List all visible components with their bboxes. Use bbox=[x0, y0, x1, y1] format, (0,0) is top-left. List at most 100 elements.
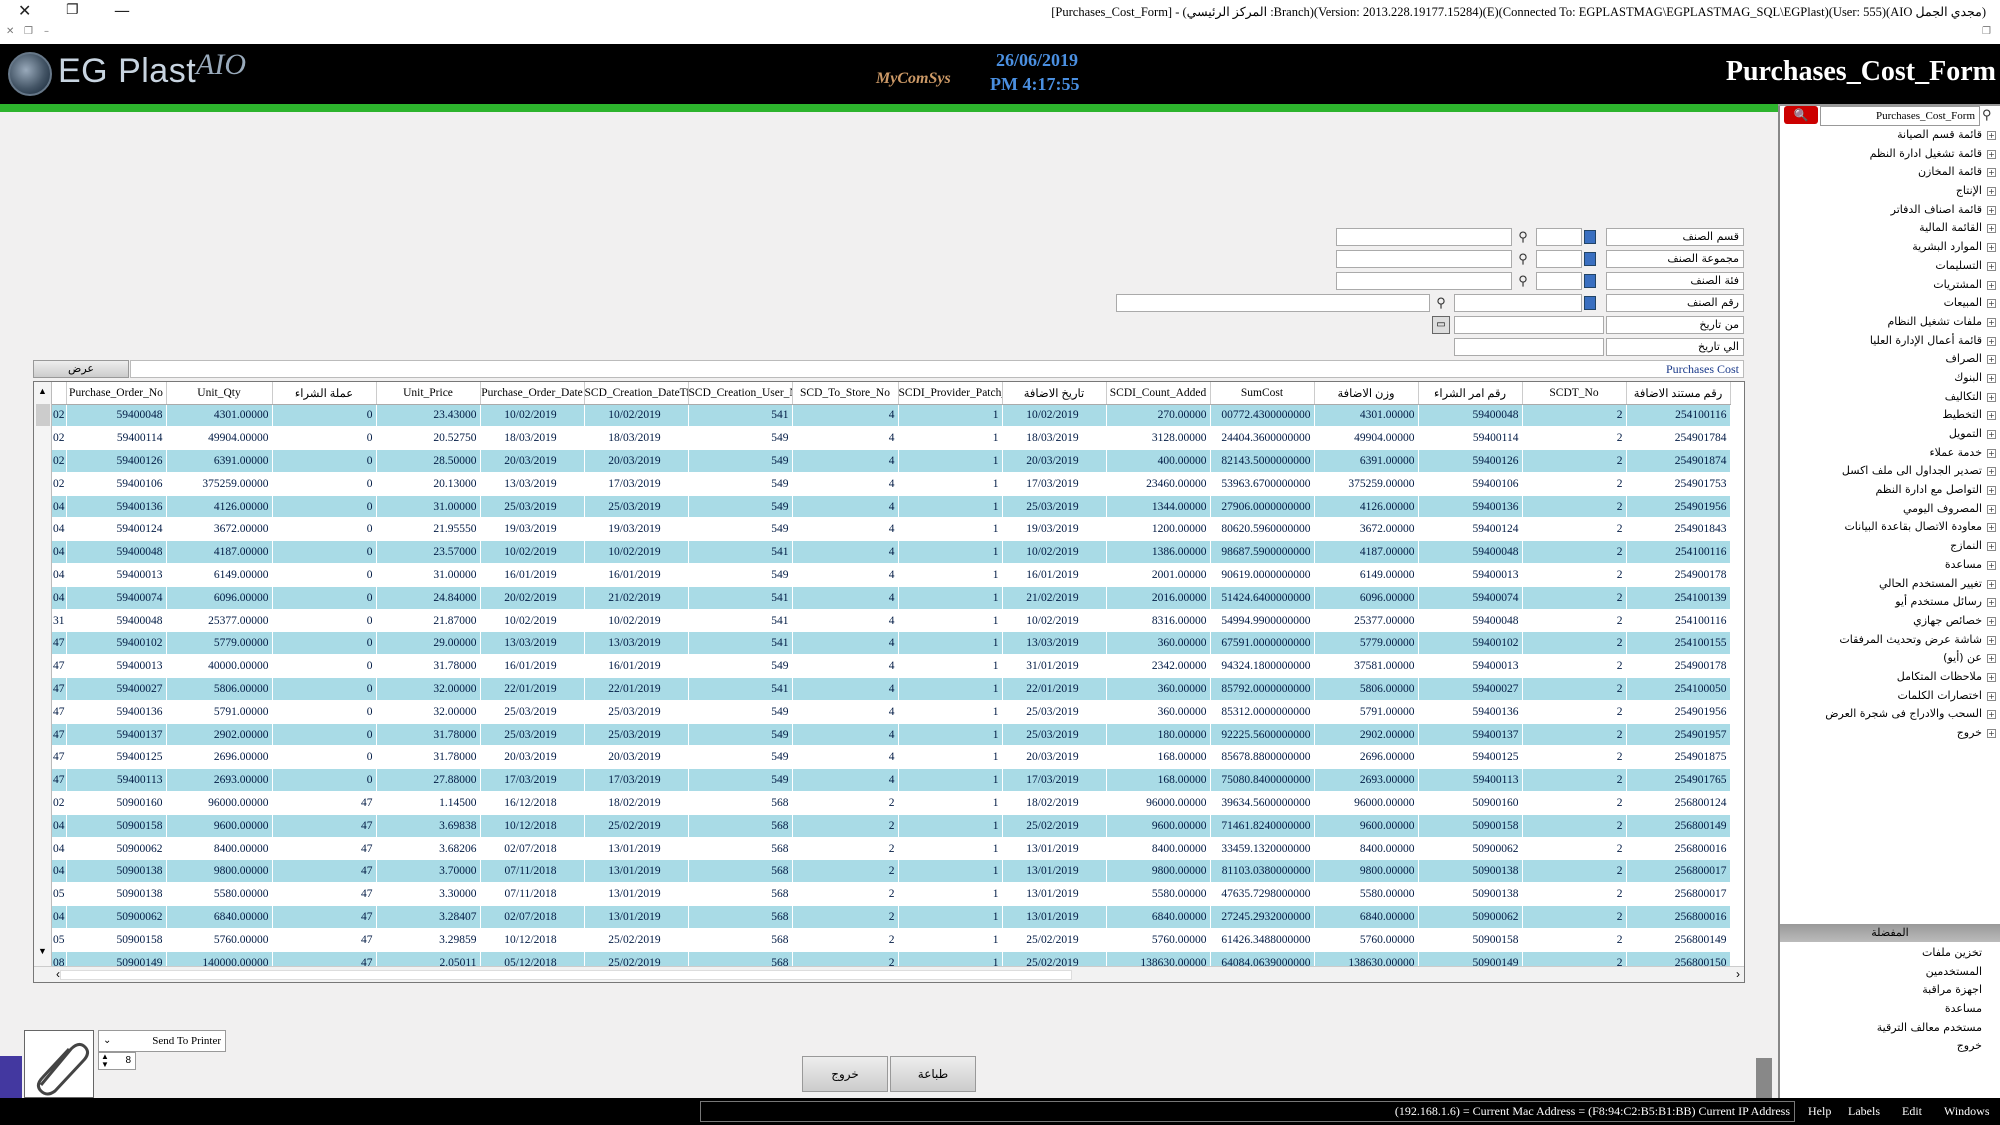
table-cell[interactable]: 2 bbox=[1522, 928, 1627, 952]
table-cell[interactable]: 549 bbox=[688, 426, 793, 451]
table-cell[interactable]: 5580.00000 bbox=[1314, 882, 1419, 907]
mdi-restore-right-icon[interactable]: ❐ bbox=[1982, 26, 1991, 37]
column-header[interactable]: SCD_Creation_DateTime bbox=[584, 382, 689, 405]
table-cell[interactable]: 81103.0380000000 bbox=[1210, 859, 1315, 884]
table-cell[interactable]: 360.00000 bbox=[1106, 631, 1211, 656]
menu-item[interactable]: قائمة المخازن + bbox=[1780, 163, 1998, 182]
table-cell[interactable]: 13/03/2019 bbox=[480, 631, 585, 656]
table-cell[interactable]: 59400048 bbox=[1418, 404, 1523, 428]
table-cell[interactable]: 2 bbox=[1522, 768, 1627, 793]
table-cell[interactable]: 18/03/2019 bbox=[1002, 426, 1107, 451]
menu-item[interactable]: مساعدة + bbox=[1780, 556, 1998, 575]
table-cell[interactable]: 25/03/2019 bbox=[480, 723, 585, 747]
table-cell[interactable]: 50900062 bbox=[66, 837, 167, 861]
table-cell[interactable]: 59400124 bbox=[1418, 517, 1523, 542]
table-cell[interactable]: 3672.00000 bbox=[166, 517, 273, 542]
table-cell[interactable]: 59400048 bbox=[66, 404, 167, 428]
favorite-item[interactable]: المستخدمين bbox=[1780, 963, 1998, 982]
expand-icon[interactable]: + bbox=[1987, 560, 1996, 570]
menu-item[interactable]: المشتريات + bbox=[1780, 276, 1998, 295]
table-cell[interactable]: 1 bbox=[898, 677, 1003, 701]
table-cell[interactable]: 5580.00000 bbox=[1106, 882, 1211, 907]
table-cell[interactable]: 59400126 bbox=[66, 449, 167, 473]
table-cell[interactable]: 254901956 bbox=[1626, 495, 1731, 519]
table-cell[interactable]: 4 bbox=[792, 517, 899, 542]
menu-item[interactable]: التواصل مع ادارة النظم + bbox=[1780, 481, 1998, 500]
menu-item[interactable]: التخطيط + bbox=[1780, 406, 1998, 425]
table-cell[interactable]: 3.28407 bbox=[376, 905, 481, 929]
table-cell[interactable]: 4187.00000 bbox=[1314, 540, 1419, 565]
table-row[interactable]: 47 59400137 2902.00000 0 31.78000 25/03/2019 2… bbox=[52, 723, 1731, 747]
table-cell[interactable]: 5760.00000 bbox=[1314, 928, 1419, 952]
table-row[interactable]: 47 59400136 5791.00000 0 32.00000 25/03/2019 2… bbox=[52, 700, 1731, 724]
table-cell[interactable]: 568 bbox=[688, 837, 793, 861]
table-cell[interactable]: 18/03/2019 bbox=[584, 426, 689, 451]
table-cell[interactable]: 568 bbox=[688, 859, 793, 884]
expand-icon[interactable]: + bbox=[1987, 205, 1996, 215]
column-header[interactable]: SCDI_Provider_Patch_No bbox=[898, 382, 1003, 405]
item-code-input[interactable] bbox=[1454, 294, 1582, 312]
item-name-field[interactable] bbox=[1116, 294, 1430, 312]
table-cell[interactable]: 2 bbox=[792, 905, 899, 929]
table-cell[interactable]: 59400136 bbox=[1418, 700, 1523, 724]
menu-item[interactable]: معاودة الاتصال بقاعدة البيانات + bbox=[1780, 518, 1998, 537]
table-cell[interactable]: 549 bbox=[688, 768, 793, 793]
table-cell[interactable]: 28.50000 bbox=[376, 449, 481, 473]
table-cell[interactable]: 2693.00000 bbox=[1314, 768, 1419, 793]
table-cell[interactable]: 10/02/2019 bbox=[584, 404, 689, 428]
table-cell[interactable]: 1.14500 bbox=[376, 791, 481, 815]
table-cell[interactable]: 10/02/2019 bbox=[480, 540, 585, 565]
table-cell[interactable]: 25/03/2019 bbox=[584, 723, 689, 747]
menu-search-input[interactable]: Purchases_Cost_Form bbox=[1820, 106, 1980, 126]
print-button[interactable]: طباعة bbox=[890, 1056, 976, 1092]
table-cell[interactable]: 19/03/2019 bbox=[1002, 517, 1107, 542]
table-cell[interactable]: 02 bbox=[52, 426, 67, 451]
table-cell[interactable]: 6149.00000 bbox=[1314, 563, 1419, 587]
table-cell[interactable]: 256800149 bbox=[1626, 928, 1731, 952]
table-cell[interactable]: 90619.0000000000 bbox=[1210, 563, 1315, 587]
table-cell[interactable]: 0 bbox=[272, 472, 377, 496]
mdi-restore-icon[interactable]: ❐ bbox=[24, 26, 33, 37]
table-cell[interactable]: 0 bbox=[272, 768, 377, 793]
table-cell[interactable]: 1 bbox=[898, 814, 1003, 838]
table-cell[interactable]: 59400074 bbox=[66, 586, 167, 610]
table-cell[interactable]: 59400102 bbox=[1418, 631, 1523, 656]
table-cell[interactable]: 24.84000 bbox=[376, 586, 481, 610]
table-cell[interactable]: 1 bbox=[898, 745, 1003, 770]
table-cell[interactable]: 82143.5000000000 bbox=[1210, 449, 1315, 473]
table-cell[interactable]: 2 bbox=[792, 837, 899, 861]
table-cell[interactable]: 2 bbox=[1522, 586, 1627, 610]
table-cell[interactable]: 59400074 bbox=[1418, 586, 1523, 610]
table-cell[interactable]: 1 bbox=[898, 859, 1003, 884]
table-cell[interactable]: 25377.00000 bbox=[166, 609, 273, 633]
menu-item[interactable]: خصائص جهازي + bbox=[1780, 612, 1998, 631]
side-tab[interactable] bbox=[0, 1056, 22, 1098]
menu-item[interactable]: عن (أيو) + bbox=[1780, 649, 1998, 668]
expand-icon[interactable]: + bbox=[1987, 355, 1996, 365]
table-cell[interactable]: 47 bbox=[272, 882, 377, 907]
table-cell[interactable]: 541 bbox=[688, 586, 793, 610]
table-cell[interactable]: 31.78000 bbox=[376, 745, 481, 770]
table-cell[interactable]: 256800016 bbox=[1626, 837, 1731, 861]
table-cell[interactable]: 85678.8800000000 bbox=[1210, 745, 1315, 770]
table-cell[interactable]: 02/07/2018 bbox=[480, 837, 585, 861]
table-cell[interactable]: 10/02/2019 bbox=[480, 404, 585, 428]
table-cell[interactable]: 549 bbox=[688, 745, 793, 770]
table-cell[interactable]: 0 bbox=[272, 723, 377, 747]
expand-icon[interactable]: + bbox=[1987, 187, 1996, 197]
table-cell[interactable]: 270.00000 bbox=[1106, 404, 1211, 428]
table-cell[interactable]: 25/02/2019 bbox=[1002, 928, 1107, 952]
favorite-item[interactable]: مساعدة bbox=[1780, 1000, 1998, 1019]
table-cell[interactable]: 25/02/2019 bbox=[1002, 814, 1107, 838]
table-cell[interactable]: 10/02/2019 bbox=[584, 540, 689, 565]
table-cell[interactable]: 2696.00000 bbox=[1314, 745, 1419, 770]
table-cell[interactable]: 256800017 bbox=[1626, 859, 1731, 884]
menu-item[interactable]: البنوك + bbox=[1780, 369, 1998, 388]
table-cell[interactable]: 33459.1320000000 bbox=[1210, 837, 1315, 861]
table-cell[interactable]: 9600.00000 bbox=[1314, 814, 1419, 838]
calendar-icon[interactable]: ▭ bbox=[1432, 316, 1450, 334]
column-header[interactable]: SCD_To_Store_No bbox=[792, 382, 899, 405]
table-cell[interactable]: 1 bbox=[898, 928, 1003, 952]
expand-icon[interactable]: + bbox=[1987, 317, 1996, 327]
expand-icon[interactable]: + bbox=[1987, 542, 1996, 552]
